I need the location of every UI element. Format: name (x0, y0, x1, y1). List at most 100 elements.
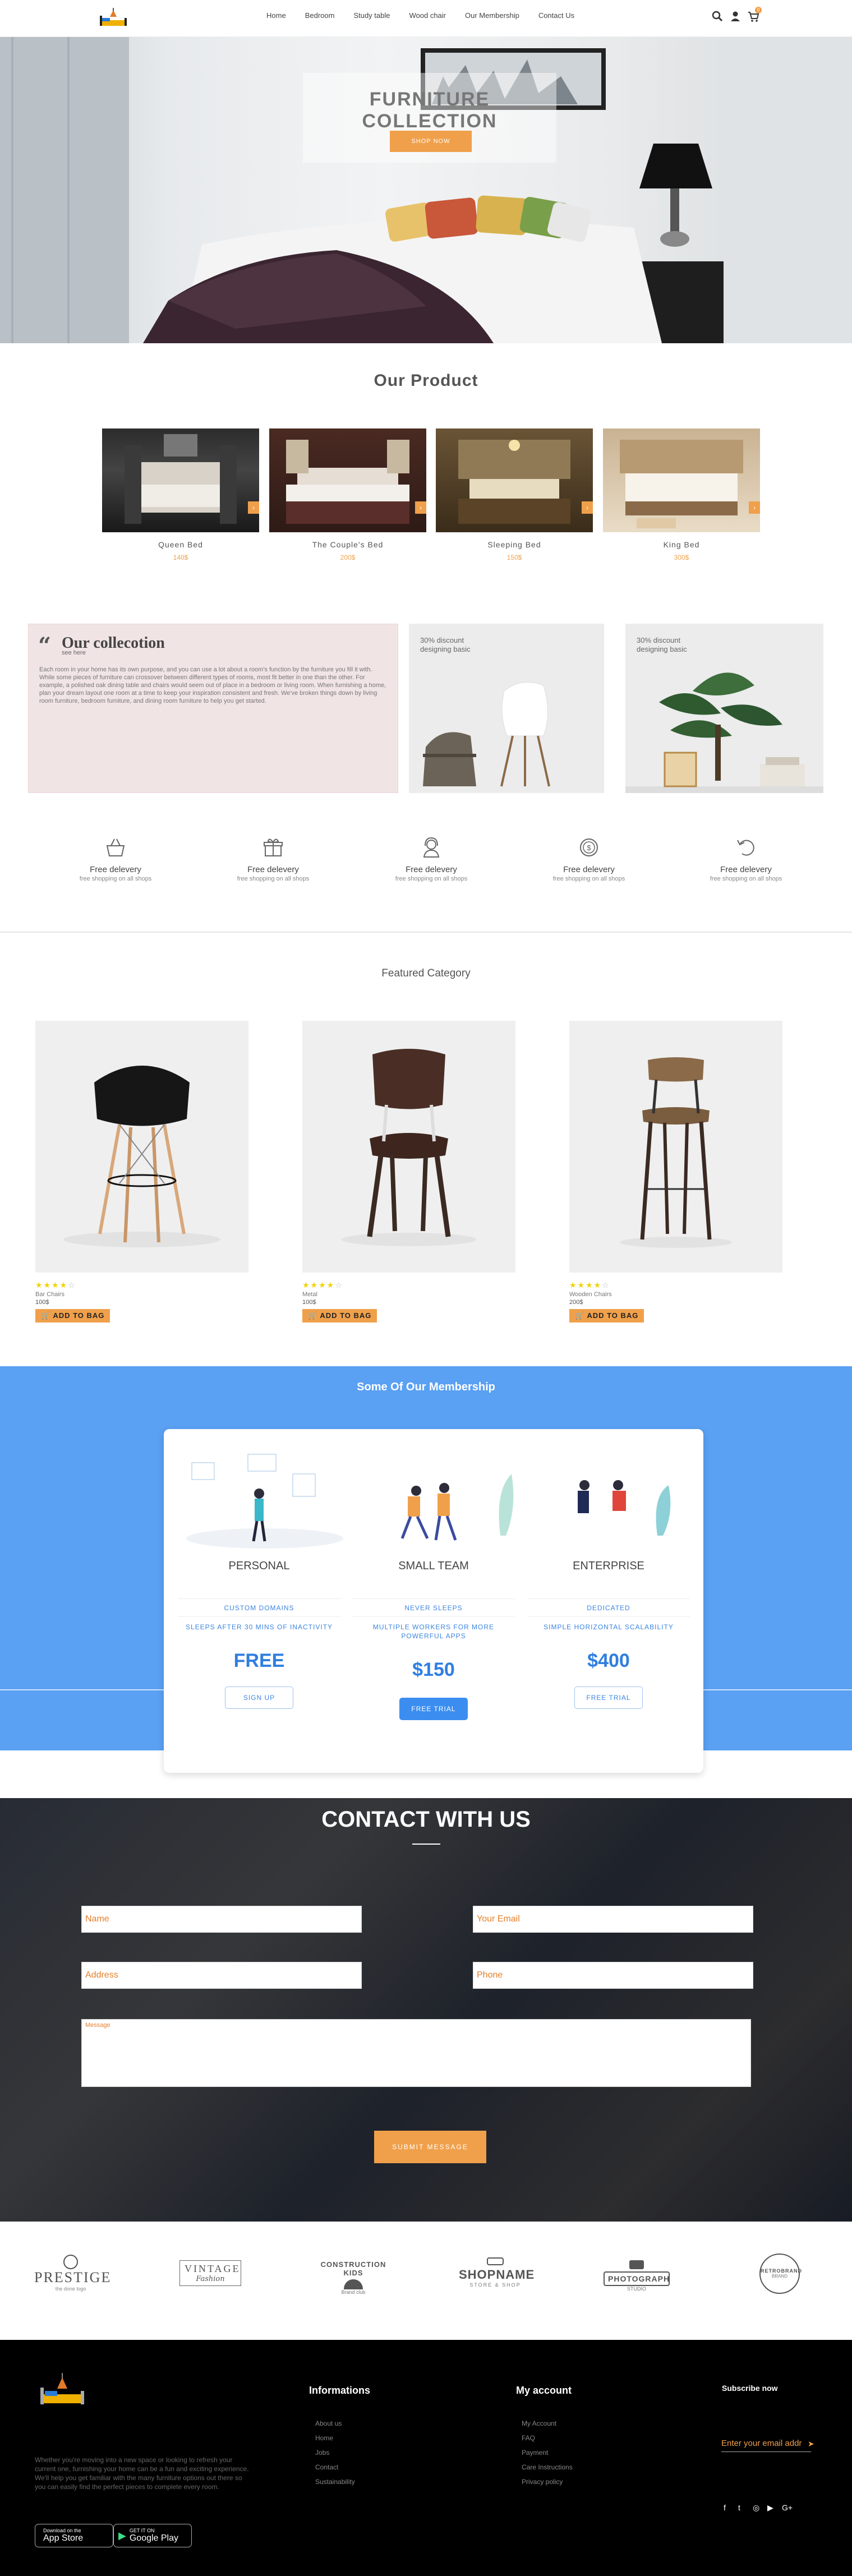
promo-card[interactable]: 30% discount designing basic (625, 624, 823, 793)
add-to-bag-button[interactable]: 🛒 ADD TO BAG (569, 1309, 644, 1322)
address-input[interactable] (81, 1962, 362, 1989)
svg-text:$: $ (587, 844, 591, 852)
footer-link-payment[interactable]: Payment (522, 2445, 573, 2460)
gift-icon (259, 833, 287, 861)
social-links: f t ◎ ▶ G+ (724, 2503, 796, 2513)
instagram-icon[interactable]: ◎ (753, 2503, 762, 2512)
sign-up-button[interactable]: SIGN UP (225, 1686, 293, 1709)
brand-logo-retrobrand[interactable]: RETROBRAND BRAND (743, 2254, 816, 2298)
play-icon: ▶ (118, 2529, 126, 2541)
message-textarea[interactable] (81, 2019, 751, 2087)
featured-title: Featured Category (381, 967, 471, 979)
footer-link-about[interactable]: About us (315, 2416, 355, 2431)
shop-now-button[interactable]: SHOP NOW (390, 131, 472, 152)
email-input[interactable] (473, 1906, 753, 1933)
category-image[interactable] (569, 1021, 782, 1273)
footer-link-faq[interactable]: FAQ (522, 2431, 573, 2445)
brand-logo-photograph[interactable]: PHOTOGRAPH STUDIO (600, 2260, 673, 2305)
brand-name: CONSTRUCTION KIDS (320, 2260, 386, 2277)
brand-logo-prestige[interactable]: PRESTIGE the done logo (34, 2255, 110, 2299)
plan-name: ENTERPRISE (573, 1560, 644, 1572)
product-image[interactable]: › (102, 428, 259, 532)
wooden-chair-illustration (620, 1057, 732, 1248)
brand-logo-construction-kids[interactable]: CONSTRUCTION KIDS Brand club (317, 2260, 390, 2305)
rating-stars: ★★★★☆ (302, 1280, 343, 1289)
brand-tagline: STORE & SHOP (469, 2282, 521, 2288)
footer-link-sustainability[interactable]: Sustainability (315, 2474, 355, 2489)
plan-name: PERSONAL (228, 1560, 290, 1572)
nav-wood-chair[interactable]: Wood chair (409, 11, 446, 20)
user-icon[interactable] (729, 10, 742, 22)
google-plus-icon[interactable]: G+ (782, 2503, 793, 2512)
free-trial-button[interactable]: FREE TRIAL (574, 1686, 643, 1709)
nav-membership[interactable]: Our Membership (465, 11, 519, 20)
header-actions: 0 (711, 7, 762, 22)
footer-link-contact[interactable]: Contact (315, 2460, 355, 2474)
footer-account-links: My Account FAQ Payment Care Instructions… (522, 2416, 573, 2489)
next-arrow-icon[interactable]: › (248, 501, 259, 514)
brand-logo-vintage[interactable]: VINTAGE Fashion (174, 2260, 247, 2305)
footer-link-privacy[interactable]: Privacy policy (522, 2474, 573, 2489)
feature-title: Free delevery (406, 865, 457, 874)
category-card[interactable]: ★★★★☆ Bar Chairs 100$ 🛒 ADD TO BAG (35, 1021, 248, 1322)
footer-link-care[interactable]: Care Instructions (522, 2460, 573, 2474)
google-play-button[interactable]: ▶ GET IT ON Google Play (113, 2524, 192, 2547)
category-image[interactable] (35, 1021, 248, 1273)
plan-feature: CUSTOM DOMAINS (178, 1598, 340, 1616)
send-arrow-icon[interactable]: ➤ (808, 2439, 814, 2449)
subscribe-email-input[interactable] (721, 2435, 811, 2452)
cart-count-badge: 0 (755, 7, 762, 13)
brand-tagline: Fashion (196, 2275, 225, 2283)
next-arrow-icon[interactable]: › (582, 501, 593, 514)
footer-logo[interactable] (37, 2371, 87, 2418)
nav-study-table[interactable]: Study table (353, 11, 390, 20)
footer-link-jobs[interactable]: Jobs (315, 2445, 355, 2460)
section-divider (0, 932, 852, 933)
search-icon[interactable] (711, 10, 724, 22)
nav-bedroom[interactable]: Bedroom (305, 11, 335, 20)
free-trial-button[interactable]: FREE TRIAL (399, 1698, 468, 1720)
logo[interactable] (96, 4, 130, 31)
next-arrow-icon[interactable]: › (749, 501, 760, 514)
nav-contact[interactable]: Contact Us (538, 11, 574, 20)
submit-message-button[interactable]: SUBMIT MESSAGE (374, 2131, 486, 2163)
plan-price: $400 (587, 1650, 630, 1671)
app-store-button[interactable]: Download on the App Store (35, 2524, 113, 2547)
cart-icon[interactable]: 0 (747, 7, 762, 22)
category-card[interactable]: ★★★★☆ Metal 100$ 🛒 ADD TO BAG (302, 1021, 515, 1322)
plan-price: $150 (412, 1659, 455, 1680)
add-to-bag-button[interactable]: 🛒 ADD TO BAG (35, 1309, 110, 1322)
product-card[interactable]: › Sleeping Bed 150$ (436, 428, 593, 561)
promo-card[interactable]: 30% discount designing basic (409, 624, 604, 793)
brand-tagline: Brand club (341, 2289, 366, 2295)
vintage-frame: VINTAGE Fashion (179, 2260, 241, 2286)
twitter-icon[interactable]: t (738, 2503, 747, 2512)
nav-home[interactable]: Home (266, 11, 286, 20)
brand-logo-shopname[interactable]: SHOPNAME STORE & SHOP (459, 2257, 534, 2302)
facebook-icon[interactable]: f (724, 2503, 733, 2512)
brands-strip (0, 2222, 852, 2340)
product-card[interactable]: › The Couple's Bed 200$ (269, 428, 426, 561)
rating-stars: ★★★★☆ (569, 1280, 610, 1289)
collection-subtitle[interactable]: see here (62, 649, 86, 656)
product-card[interactable]: › King Bed 300$ (603, 428, 760, 561)
product-image[interactable]: › (436, 428, 593, 532)
brand-tagline: BRAND (771, 2274, 787, 2279)
phone-input[interactable] (473, 1962, 753, 1989)
add-to-bag-button[interactable]: 🛒 ADD TO BAG (302, 1309, 377, 1322)
product-card[interactable]: › Queen Bed 140$ (102, 428, 259, 561)
name-input[interactable] (81, 1906, 362, 1933)
youtube-icon[interactable]: ▶ (767, 2503, 776, 2512)
footer-link-home[interactable]: Home (315, 2431, 355, 2445)
footer-link-my-account[interactable]: My Account (522, 2416, 573, 2431)
category-image[interactable] (302, 1021, 515, 1273)
support-icon (417, 833, 445, 861)
next-arrow-icon[interactable]: › (415, 501, 426, 514)
feature-title: Free delevery (90, 865, 141, 874)
product-price: 300$ (674, 554, 689, 561)
footer-account-heading: My account (516, 2385, 572, 2396)
contact-title: CONTACT WITH US (321, 1807, 531, 1832)
product-image[interactable]: › (269, 428, 426, 532)
category-card[interactable]: ★★★★☆ Wooden Chairs 200$ 🛒 ADD TO BAG (569, 1021, 782, 1322)
product-image[interactable]: › (603, 428, 760, 532)
